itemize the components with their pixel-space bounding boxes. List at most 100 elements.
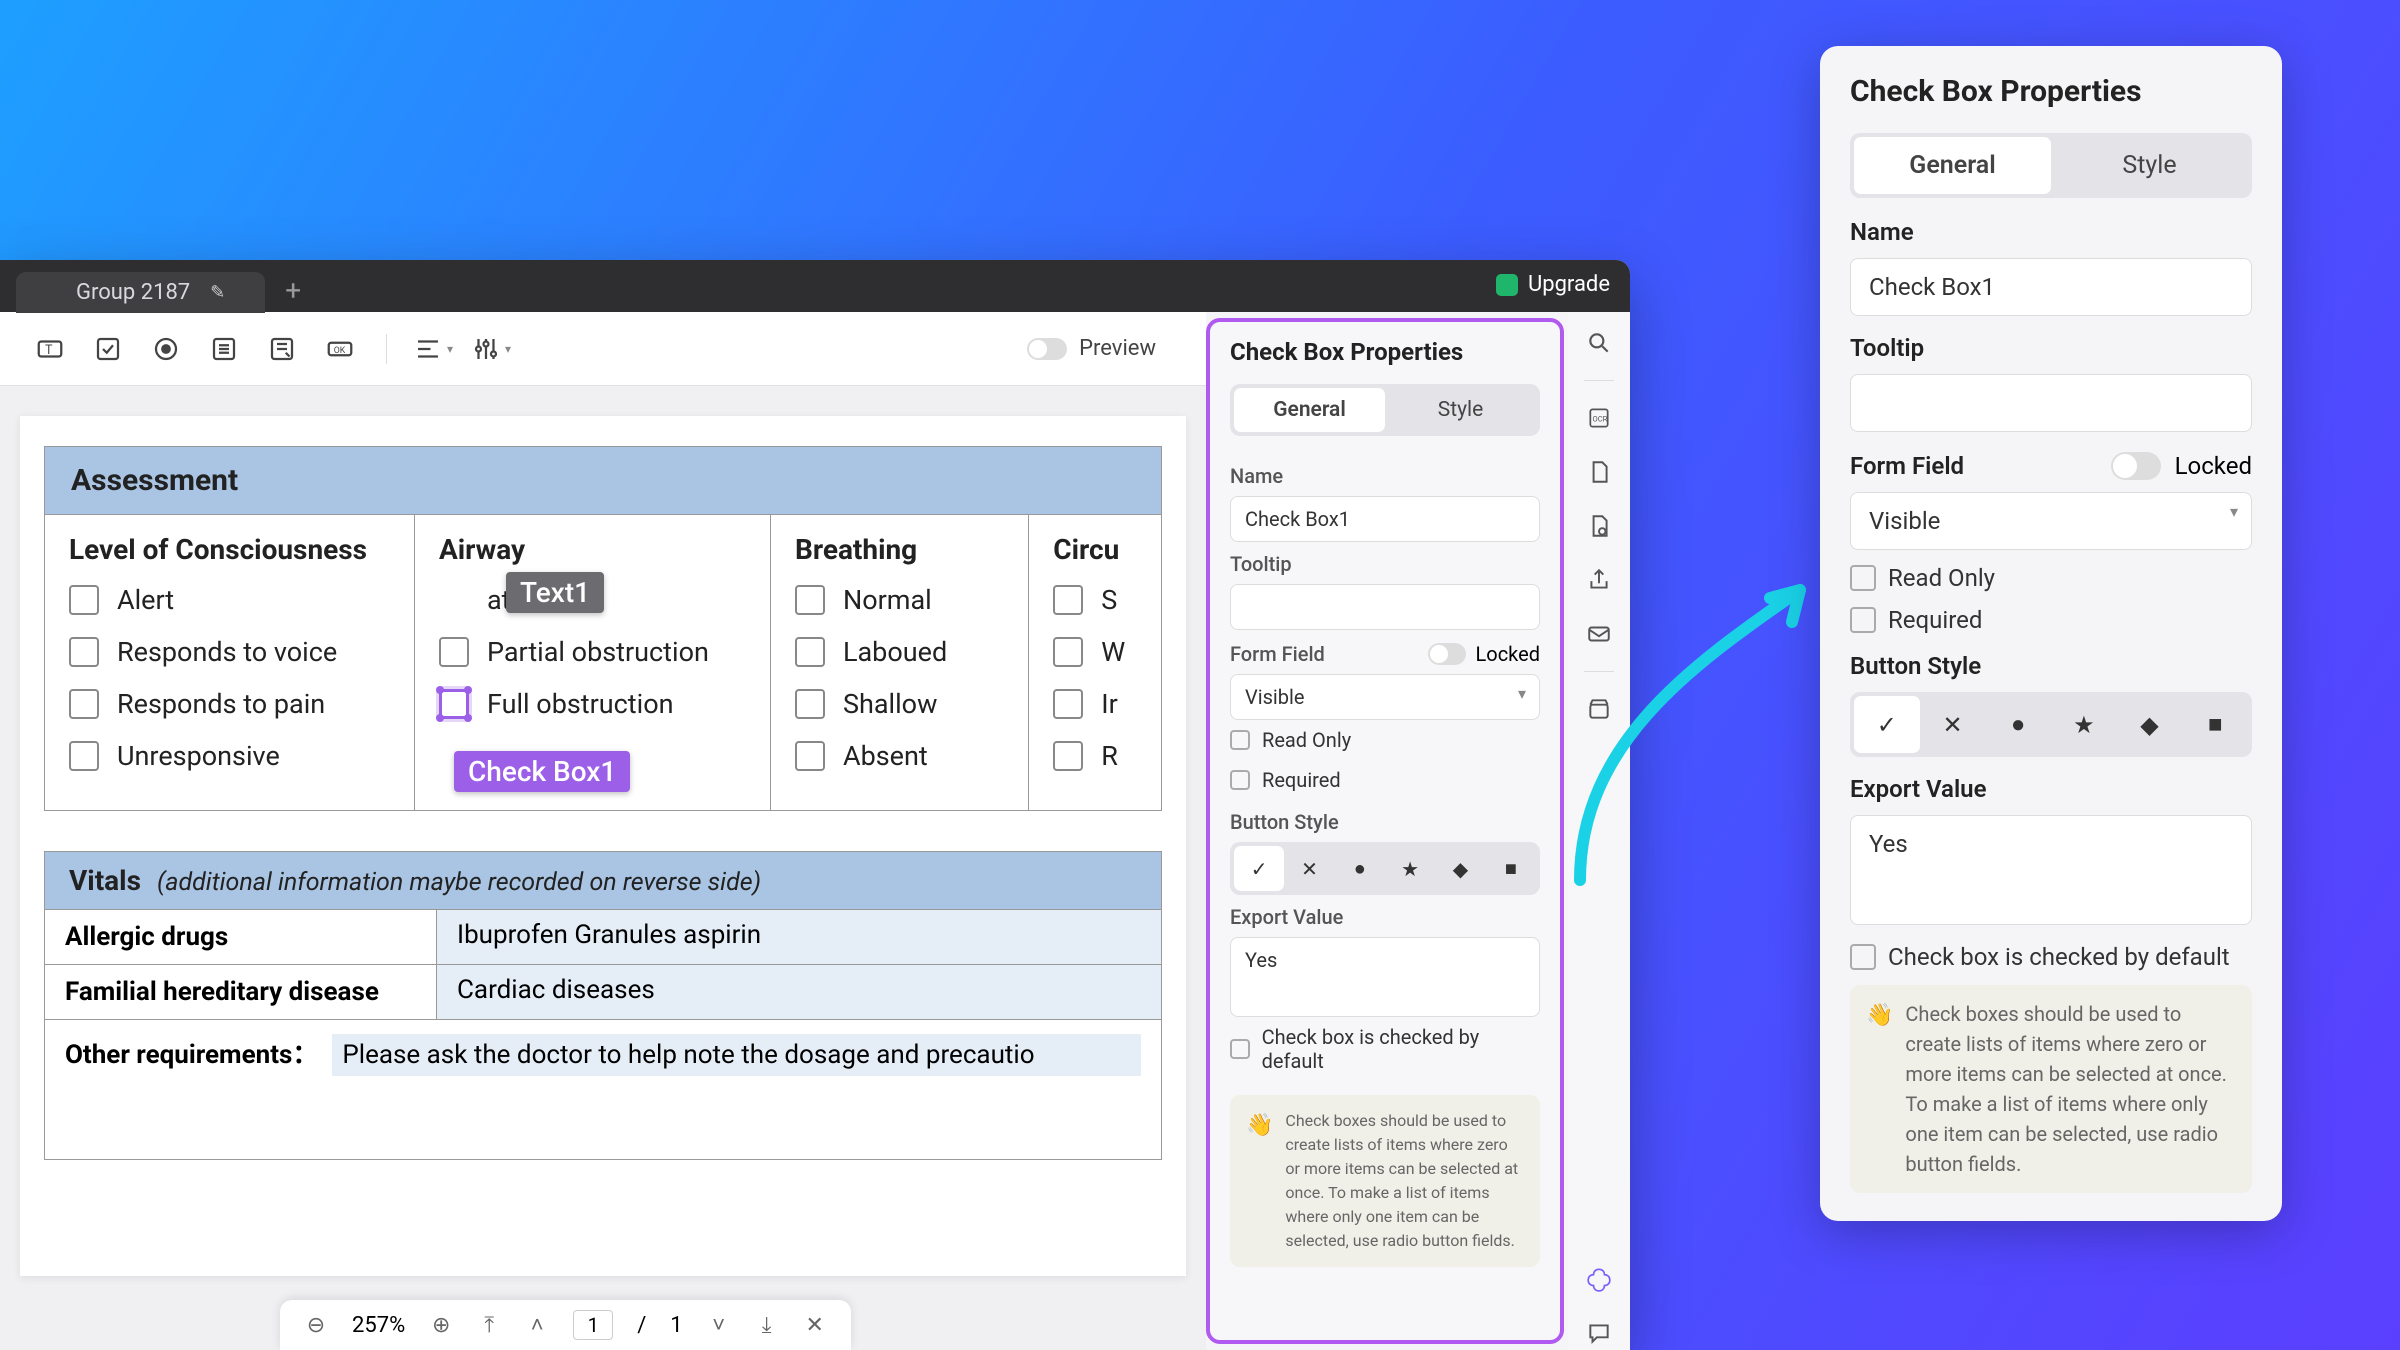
checked-default-row-large[interactable]: Check box is checked by default [1850, 943, 2252, 971]
tag-text1[interactable]: Text1 [506, 572, 604, 613]
style-star-large[interactable]: ★ [2051, 696, 2117, 753]
required-row[interactable]: Required [1230, 768, 1540, 792]
zoom-in-button[interactable]: ⊕ [429, 1313, 453, 1338]
cb-row[interactable]: Normal [795, 584, 1004, 616]
dropdown-tool[interactable] [262, 329, 302, 369]
style-dot-large[interactable]: ● [1985, 696, 2051, 753]
cb-row[interactable]: Partial obstruction [439, 636, 746, 668]
pencil-icon[interactable]: ✎ [210, 282, 225, 303]
required-row-large[interactable]: Required [1850, 606, 2252, 634]
style-cross[interactable]: ✕ [1284, 846, 1334, 891]
checkbox-icon[interactable] [1053, 689, 1083, 719]
checkbox-icon[interactable] [795, 637, 825, 667]
cb-row[interactable]: Responds to pain [69, 688, 390, 720]
share-icon[interactable] [1582, 563, 1616, 597]
new-tab-button[interactable]: + [285, 274, 301, 307]
style-dot[interactable]: ● [1335, 846, 1385, 891]
locked-toggle[interactable] [1428, 643, 1466, 665]
readonly-row-large[interactable]: Read Only [1850, 564, 2252, 592]
close-pager-button[interactable]: ✕ [803, 1313, 827, 1338]
text-field-tool[interactable]: T [30, 329, 70, 369]
checkbox-icon[interactable] [69, 637, 99, 667]
name-input-large[interactable] [1850, 258, 2252, 316]
settings-tool[interactable]: ▾ [471, 329, 511, 369]
checkbox-icon[interactable] [795, 689, 825, 719]
locked-toggle-large[interactable] [2111, 452, 2161, 480]
zoom-level: 257% [352, 1313, 405, 1338]
style-diamond[interactable]: ◆ [1435, 846, 1485, 891]
tooltip-label: Tooltip [1230, 552, 1540, 576]
document-tab[interactable]: Group 2187 ✎ [16, 272, 265, 313]
cb-row[interactable]: Laboued [795, 636, 1004, 668]
tab-title: Group 2187 [76, 280, 190, 305]
checkbox-icon[interactable] [1053, 741, 1083, 771]
preview-toggle[interactable]: Preview [1027, 336, 1156, 361]
cb-row[interactable]: Responds to voice [69, 636, 390, 668]
cb-row[interactable]: S [1053, 584, 1137, 616]
style-square-large[interactable]: ■ [2182, 696, 2248, 753]
checkbox-icon[interactable] [795, 585, 825, 615]
list-tool[interactable] [204, 329, 244, 369]
vitals-other-value[interactable]: Please ask the doctor to help note the d… [332, 1034, 1141, 1076]
upgrade-chip[interactable]: Upgrade [1496, 272, 1610, 297]
zoom-out-button[interactable]: ⊖ [304, 1313, 328, 1338]
cb-row[interactable]: R [1053, 740, 1137, 772]
visibility-select[interactable]: Visible [1230, 674, 1540, 720]
checkbox-icon[interactable] [1053, 637, 1083, 667]
ocr-icon[interactable]: OCR [1582, 401, 1616, 435]
checkbox-icon[interactable] [69, 585, 99, 615]
align-tool[interactable]: ▾ [413, 329, 453, 369]
exportvalue-input[interactable] [1230, 937, 1540, 1017]
app-logo-icon[interactable] [1582, 1262, 1616, 1296]
cb-row[interactable]: Shallow [795, 688, 1004, 720]
tab-style-large[interactable]: Style [2051, 137, 2248, 194]
cb-row[interactable]: Absent [795, 740, 1004, 772]
comment-icon[interactable] [1582, 1316, 1616, 1350]
cb-row[interactable]: Full obstruction [439, 688, 746, 720]
radio-tool[interactable] [146, 329, 186, 369]
exportvalue-input-large[interactable] [1850, 815, 2252, 925]
name-input[interactable] [1230, 496, 1540, 542]
button-tool[interactable]: OK [320, 329, 360, 369]
page-settings-icon[interactable] [1582, 509, 1616, 543]
first-page-button[interactable]: ⤒ [477, 1313, 501, 1338]
checkbox-icon[interactable] [439, 637, 469, 667]
vitals-allergic-value[interactable]: Ibuprofen Granules aspirin [437, 910, 1161, 964]
next-page-button[interactable]: ˅ [707, 1312, 731, 1338]
checkbox-icon[interactable] [69, 741, 99, 771]
visibility-select-large[interactable]: Visible [1850, 492, 2252, 550]
cb-row[interactable]: Unresponsive [69, 740, 390, 772]
style-star[interactable]: ★ [1385, 846, 1435, 891]
checkbox-icon[interactable] [69, 689, 99, 719]
style-check-large[interactable]: ✓ [1854, 696, 1920, 753]
checkbox-icon[interactable] [795, 741, 825, 771]
canvas-area[interactable]: Assessment Level of Consciousness Alert … [0, 386, 1206, 1350]
tooltip-input-large[interactable] [1850, 374, 2252, 432]
prev-page-button[interactable]: ˄ [525, 1312, 549, 1338]
style-square[interactable]: ■ [1486, 846, 1536, 891]
readonly-row[interactable]: Read Only [1230, 728, 1540, 752]
mail-icon[interactable] [1582, 617, 1616, 651]
style-cross-large[interactable]: ✕ [1920, 696, 1986, 753]
tooltip-input[interactable] [1230, 584, 1540, 630]
archive-icon[interactable] [1582, 692, 1616, 726]
tab-general[interactable]: General [1234, 388, 1385, 432]
style-diamond-large[interactable]: ◆ [2117, 696, 2183, 753]
page-input[interactable] [573, 1310, 613, 1340]
vitals-familial-value[interactable]: Cardiac diseases [437, 965, 1161, 1019]
tag-checkbox1[interactable]: Check Box1 [454, 751, 630, 792]
cb-row[interactable]: W [1053, 636, 1137, 668]
style-check[interactable]: ✓ [1234, 846, 1284, 891]
cb-row[interactable]: Alert [69, 584, 390, 616]
selected-checkbox[interactable] [439, 689, 469, 719]
search-icon[interactable] [1582, 326, 1616, 360]
cb-row[interactable]: Ir [1053, 688, 1137, 720]
page-icon[interactable] [1582, 455, 1616, 489]
checkbox-icon[interactable] [1053, 585, 1083, 615]
tab-style[interactable]: Style [1385, 388, 1536, 432]
checked-default-row[interactable]: Check box is checked by default [1230, 1025, 1540, 1073]
checkbox-tool[interactable] [88, 329, 128, 369]
last-page-button[interactable]: ⤓ [755, 1313, 779, 1338]
tab-general-large[interactable]: General [1854, 137, 2051, 194]
properties-panel-embedded: Check Box Properties General Style Name … [1206, 318, 1564, 1344]
